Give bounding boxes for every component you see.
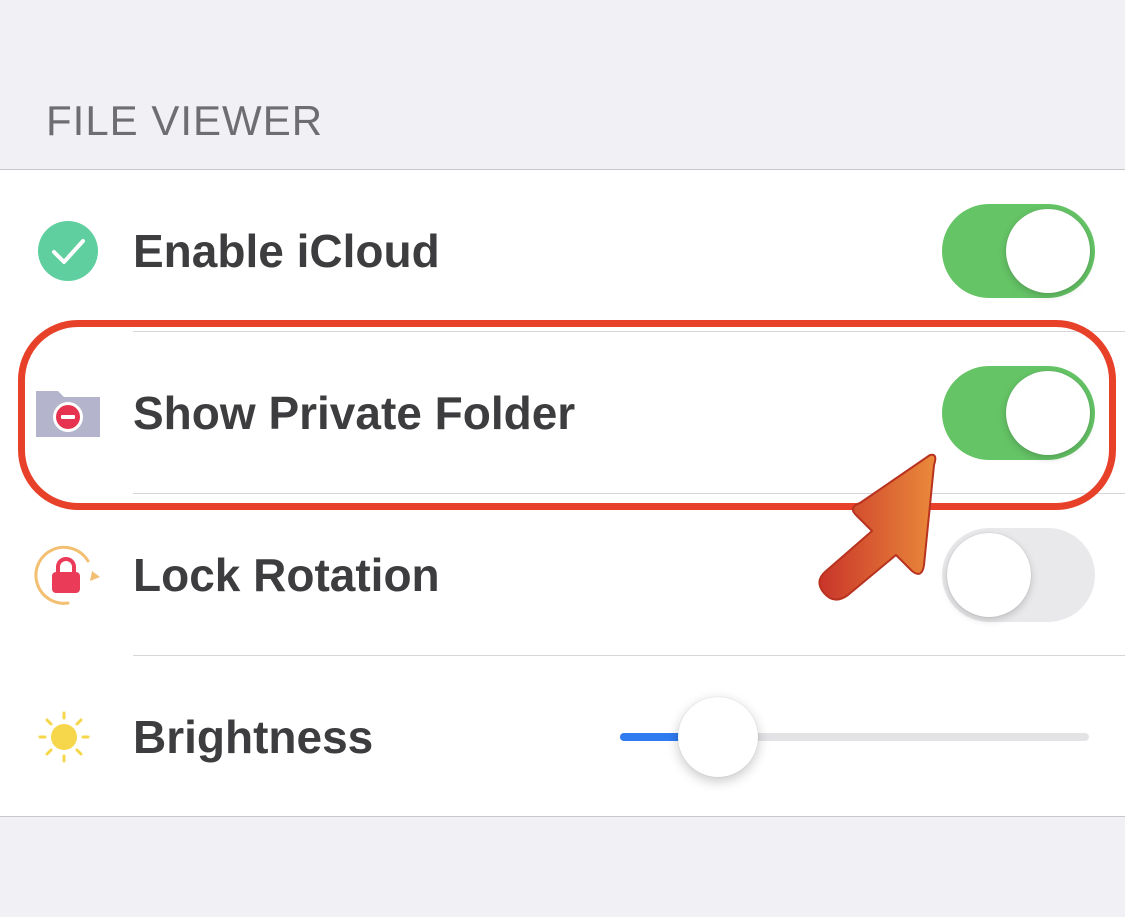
setting-row-enable-icloud: Enable iCloud [0, 170, 1125, 332]
enable-icloud-toggle[interactable] [942, 204, 1095, 298]
sun-icon [30, 699, 106, 775]
setting-label: Enable iCloud [133, 225, 440, 277]
setting-label: Show Private Folder [133, 387, 576, 439]
lock-rotation-icon [30, 537, 106, 613]
checkmark-circle-icon [30, 213, 106, 289]
private-folder-icon [30, 375, 106, 451]
setting-row-lock-rotation: Lock Rotation [0, 494, 1125, 656]
show-private-folder-toggle[interactable] [942, 366, 1095, 460]
setting-row-show-private-folder: Show Private Folder [0, 332, 1125, 494]
toggle-knob [1006, 371, 1090, 455]
slider-thumb[interactable] [678, 697, 758, 777]
lock-rotation-toggle[interactable] [942, 528, 1095, 622]
toggle-knob [947, 533, 1031, 617]
setting-label: Brightness [133, 711, 374, 763]
toggle-knob [1006, 209, 1090, 293]
settings-screen: FILE VIEWER Enable iCloud Show Private F… [0, 0, 1125, 917]
brightness-slider[interactable] [620, 695, 1089, 779]
section-header: FILE VIEWER [46, 97, 324, 144]
setting-label: Lock Rotation [133, 549, 440, 601]
settings-group: Enable iCloud Show Private Folder Lock R… [0, 169, 1125, 817]
setting-row-brightness: Brightness [0, 656, 1125, 818]
